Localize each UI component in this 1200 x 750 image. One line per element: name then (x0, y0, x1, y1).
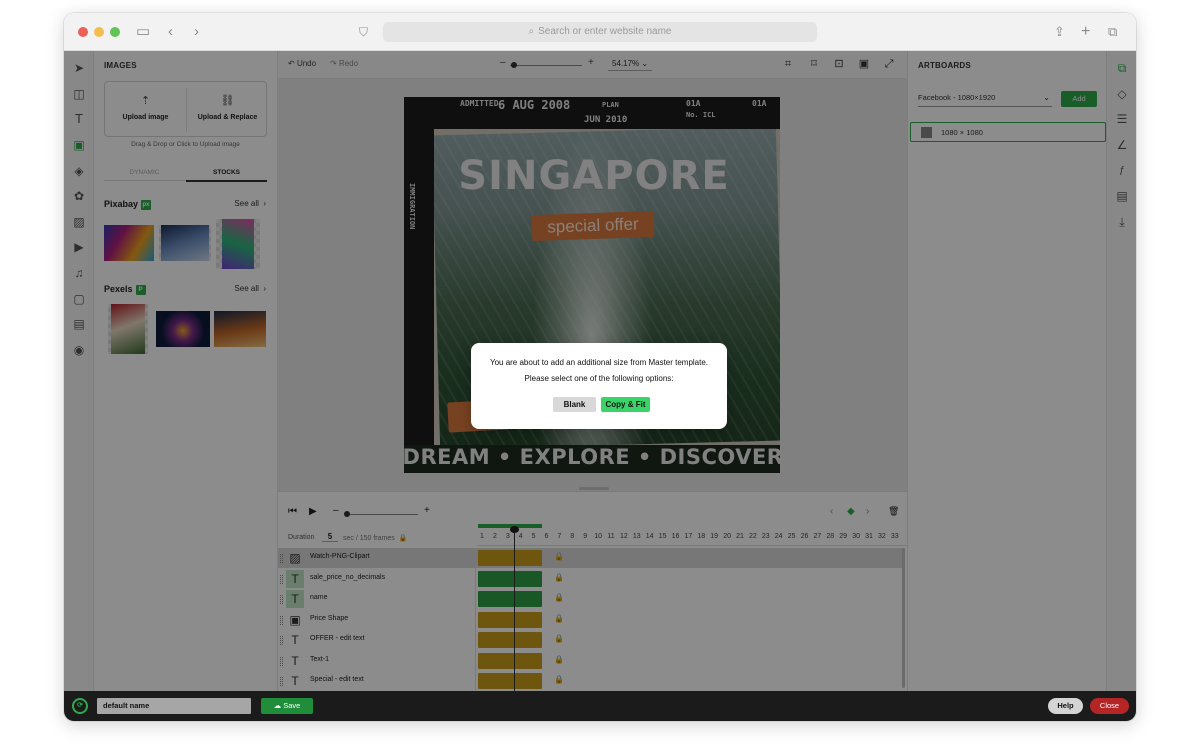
dialog-prompt: Please select one of the following optio… (524, 374, 674, 383)
copy-fit-button[interactable]: Copy & Fit (601, 397, 650, 412)
bottom-bar: ⟳ default name ☁ Save Help Close (64, 691, 1136, 721)
help-button[interactable]: Help (1048, 698, 1083, 714)
project-name-input[interactable]: default name (97, 698, 251, 714)
tab-overview-icon[interactable]: ⧉ (1108, 22, 1117, 42)
search-icon: ⌕ (528, 26, 535, 37)
address-placeholder: Search or enter website name (538, 26, 672, 37)
sidebar-toggle-icon[interactable]: ▭ (136, 22, 150, 42)
close-button[interactable]: Close (1090, 698, 1129, 714)
address-bar[interactable]: ⌕ Search or enter website name (383, 22, 817, 42)
app-logo-icon[interactable]: ⟳ (72, 698, 88, 714)
browser-toolbar: ▭ ‹ › ⛉ ⌕ Search or enter website name ⇪ … (64, 13, 1136, 51)
browser-window: ▭ ‹ › ⛉ ⌕ Search or enter website name ⇪ … (64, 13, 1136, 721)
maximize-window-button[interactable] (110, 27, 120, 37)
share-icon[interactable]: ⇪ (1054, 22, 1065, 42)
save-button[interactable]: ☁ Save (261, 698, 313, 714)
minimize-window-button[interactable] (94, 27, 104, 37)
dialog-message: You are about to add an additional size … (489, 358, 709, 367)
new-tab-icon[interactable]: + (1081, 22, 1090, 42)
cloud-icon: ☁ (273, 701, 282, 710)
shield-icon: ⛉ (359, 25, 369, 39)
forward-icon[interactable]: › (194, 22, 199, 42)
add-size-dialog: You are about to add an additional size … (471, 343, 727, 429)
back-icon[interactable]: ‹ (168, 22, 173, 42)
blank-button[interactable]: Blank (553, 397, 596, 412)
close-window-button[interactable] (78, 27, 88, 37)
